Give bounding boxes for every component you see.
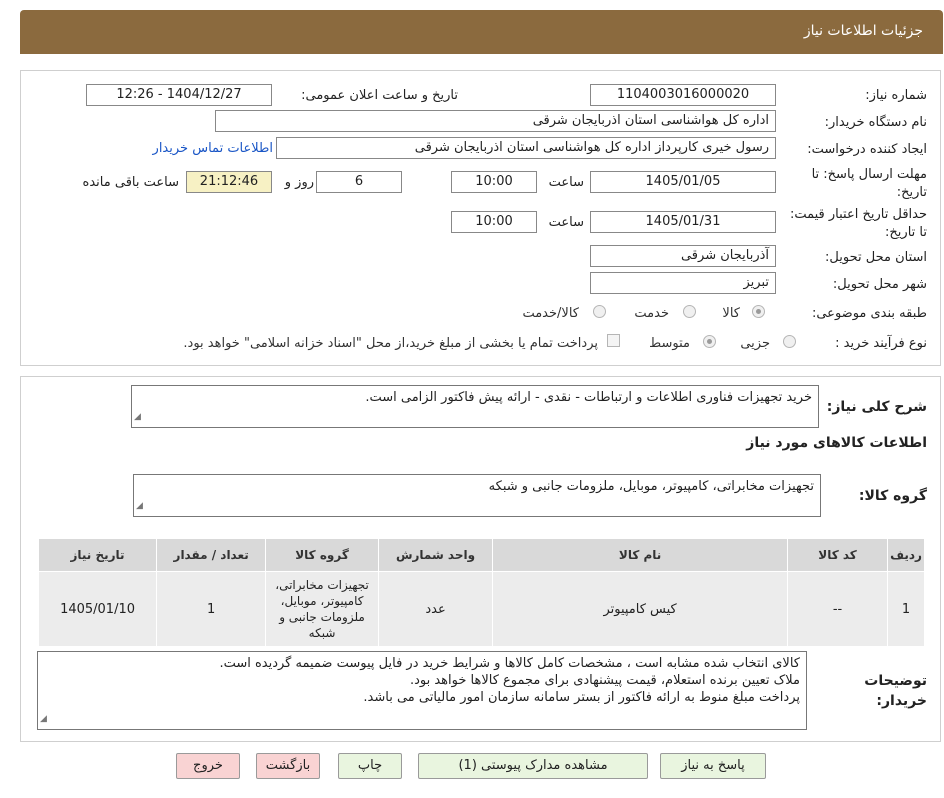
reply-button[interactable]: پاسخ به نیاز <box>660 753 766 779</box>
category-service-label: خدمت <box>634 306 669 321</box>
price-time-field[interactable]: 10:00 <box>451 211 537 233</box>
cell-row: 1 <box>887 571 925 647</box>
province-label: استان محل تحویل: <box>825 250 927 265</box>
cell-name: کیس کامپیوتر <box>492 571 788 647</box>
city-label: شهر محل تحویل: <box>832 277 927 292</box>
buyer-notes-line: پرداخت مبلغ منوط به ارائه فاکتور از بستر… <box>363 690 800 705</box>
cell-group: تجهیزات مخابراتی، کامپیوتر، موبایل، ملزو… <box>265 571 379 647</box>
announce-field[interactable]: 1404/12/27 - 12:26 <box>86 84 272 106</box>
cell-code: -- <box>786 571 889 647</box>
table-row[interactable]: 1 -- کیس کامپیوتر عدد تجهیزات مخابراتی، … <box>37 571 925 647</box>
reply-time-label: ساعت <box>548 175 584 190</box>
buyer-notes-textarea[interactable]: کالای انتخاب شده مشابه است ، مشخصات کامل… <box>37 651 807 730</box>
view-attachments-button[interactable]: مشاهده مدارک پیوستی (1) <box>418 753 648 779</box>
price-validity-label: حداقل تاریخ اعتبار قیمت: تا تاریخ: <box>789 207 927 240</box>
table-header-row: ردیف کد کالا نام کالا واحد شمارش گروه کا… <box>37 538 925 572</box>
purchase-medium-label: متوسط <box>649 336 690 351</box>
announce-label: تاریخ و ساعت اعلان عمومی: <box>301 88 458 103</box>
buyer-notes-line: کالای انتخاب شده مشابه است ، مشخصات کامل… <box>219 656 800 671</box>
city-field[interactable]: تبریز <box>590 272 776 294</box>
cell-unit: عدد <box>377 571 494 647</box>
print-button[interactable]: چاپ <box>338 753 402 779</box>
col-unit-header: واحد شمارش <box>377 538 494 572</box>
remaining-time-field: 21:12:46 <box>186 171 272 193</box>
page-title: جزئیات اطلاعات نیاز <box>803 23 923 39</box>
col-name-header: نام کالا <box>492 538 788 572</box>
general-desc-text: خرید تجهیزات فناوری اطلاعات و ارتباطات -… <box>365 390 812 405</box>
reply-deadline-label: مهلت ارسال پاسخ: تا تاریخ: <box>811 167 927 200</box>
remaining-time-label: ساعت باقی مانده <box>82 175 179 190</box>
province-field[interactable]: آذربایجان شرقی <box>590 245 776 267</box>
general-desc-textarea[interactable]: خرید تجهیزات فناوری اطلاعات و ارتباطات -… <box>131 385 819 428</box>
reply-time-field[interactable]: 10:00 <box>451 171 537 193</box>
buyer-notes-line: ملاک تعیین برنده استعلام، قیمت پیشنهادی … <box>409 673 800 688</box>
creator-field[interactable]: رسول خیری کارپرداز اداره کل هواشناسی است… <box>276 137 776 159</box>
treasury-payment-note: پرداخت تمام یا بخشی از مبلغ خرید،از محل … <box>183 336 598 351</box>
buyer-org-field[interactable]: اداره کل هواشناسی استان اذربایجان شرقی <box>215 110 776 132</box>
category-goods-label: کالا <box>722 306 740 321</box>
goods-group-label: گروه کالا: <box>858 488 927 504</box>
col-code-header: کد کالا <box>786 538 889 572</box>
purchase-minor-label: جزیی <box>740 336 770 351</box>
creator-label: ایجاد کننده درخواست: <box>807 142 927 157</box>
treasury-checkbox[interactable] <box>607 334 620 347</box>
remaining-days-field: 6 <box>316 171 402 193</box>
col-date-header: تاریخ نیاز <box>37 538 158 572</box>
need-number-label: شماره نیاز: <box>865 88 927 103</box>
col-group-header: گروه کالا <box>265 538 379 572</box>
purchase-medium-radio[interactable] <box>703 335 716 348</box>
category-label: طبقه بندی موضوعی: <box>811 306 927 321</box>
purchase-type-label: نوع فرآیند خرید : <box>835 336 927 351</box>
goods-group-textarea[interactable]: تجهیزات مخابراتی، کامپیوتر، موبایل، ملزو… <box>133 474 821 517</box>
reply-date-field[interactable]: 1405/01/05 <box>590 171 776 193</box>
category-goods-radio[interactable] <box>752 305 765 318</box>
back-button[interactable]: بازگشت <box>256 753 320 779</box>
purchase-minor-radio[interactable] <box>783 335 796 348</box>
price-date-field[interactable]: 1405/01/31 <box>590 211 776 233</box>
exit-button[interactable]: خروج <box>176 753 240 779</box>
cell-date: 1405/01/10 <box>37 571 158 647</box>
col-qty-header: تعداد / مقدار <box>156 538 267 572</box>
cell-qty: 1 <box>156 571 267 647</box>
buyer-notes-label: توضیحات خریدار: <box>864 673 927 709</box>
category-goods-service-label: کالا/خدمت <box>522 306 579 321</box>
resize-grip-icon[interactable]: ◢ <box>136 498 143 515</box>
goods-info-title: اطلاعات کالاهای مورد نیاز <box>746 435 927 451</box>
resize-grip-icon[interactable]: ◢ <box>40 711 47 728</box>
col-row-header: ردیف <box>887 538 925 572</box>
buyer-org-label: نام دستگاه خریدار: <box>824 115 927 130</box>
category-service-radio[interactable] <box>683 305 696 318</box>
price-time-label: ساعت <box>548 215 584 230</box>
buyer-contact-link[interactable]: اطلاعات تماس خریدار <box>153 141 273 156</box>
general-desc-label: شرح کلی نیاز: <box>826 399 927 415</box>
goods-table: ردیف کد کالا نام کالا واحد شمارش گروه کا… <box>37 538 925 647</box>
days-label: روز و <box>284 175 314 190</box>
need-number-field[interactable]: 1104003016000020 <box>590 84 776 106</box>
page-header: جزئیات اطلاعات نیاز <box>20 10 943 54</box>
resize-grip-icon[interactable]: ◢ <box>134 409 141 426</box>
category-goods-service-radio[interactable] <box>593 305 606 318</box>
goods-group-text: تجهیزات مخابراتی، کامپیوتر، موبایل، ملزو… <box>488 479 814 494</box>
